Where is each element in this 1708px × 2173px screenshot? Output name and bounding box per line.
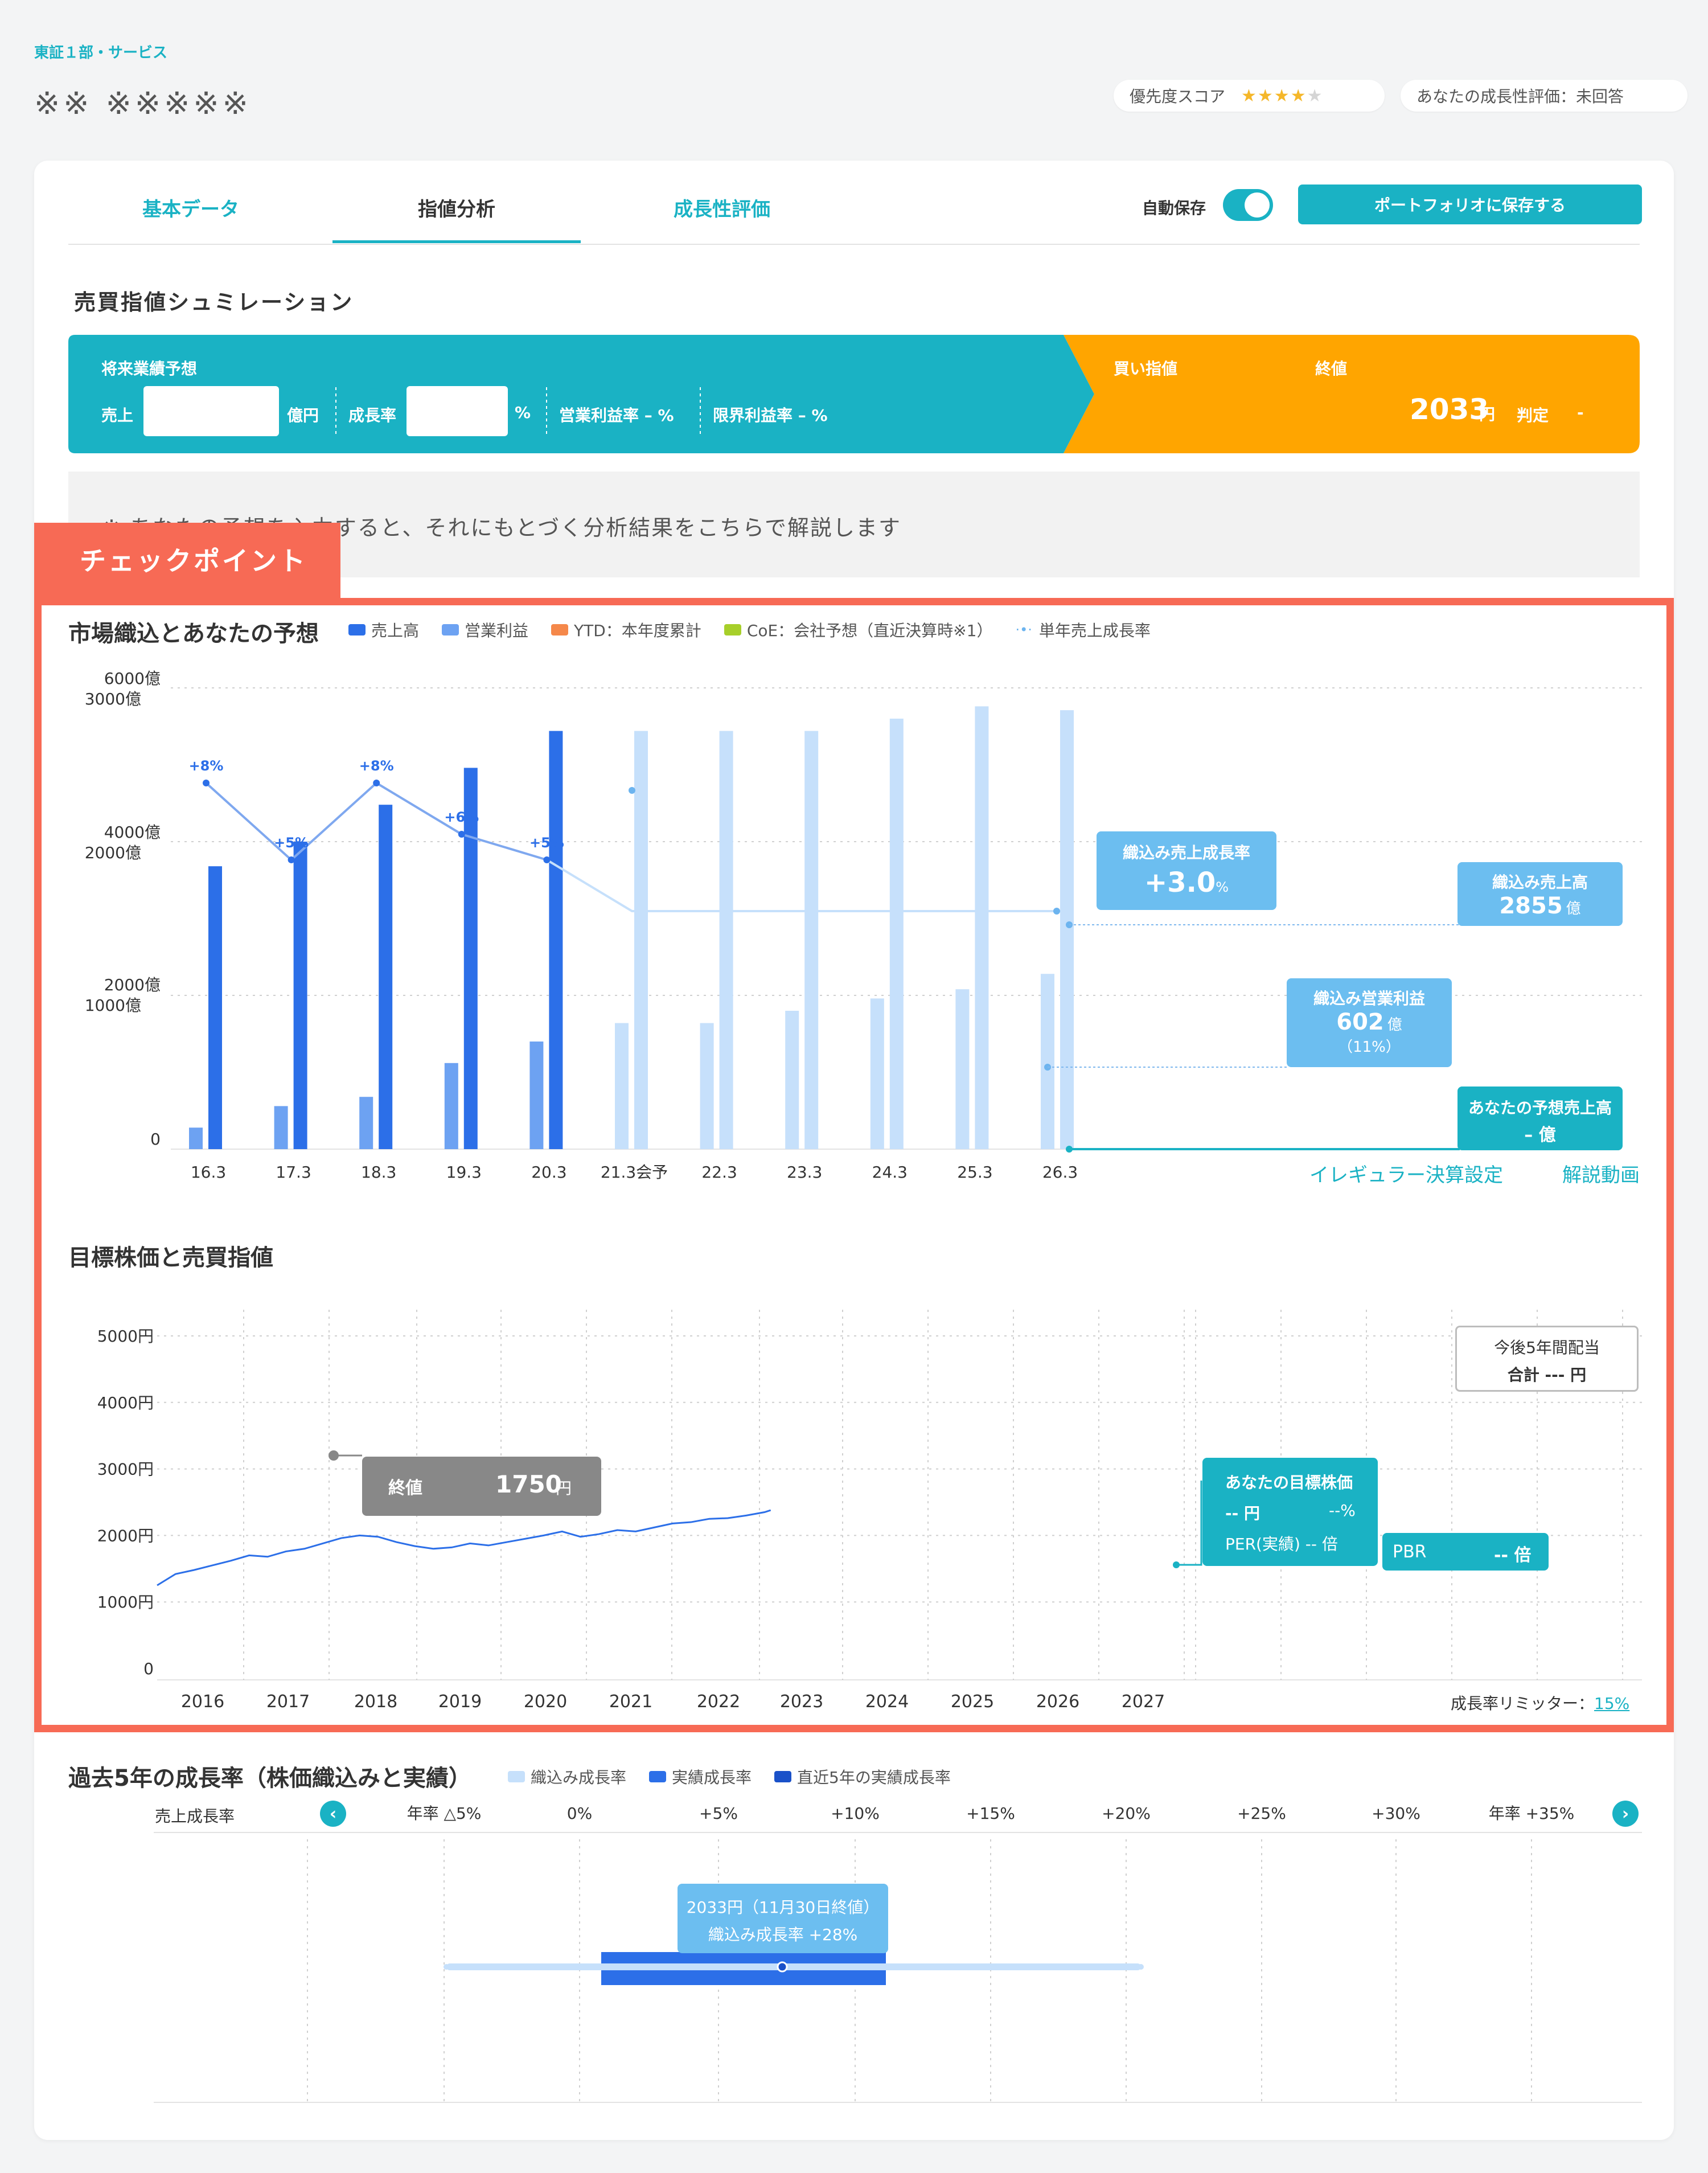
- priced-in-range-end: [1138, 1964, 1144, 1970]
- growth-tooltip-current: 2033円（11月30日終値） 織込み成長率 +28%: [678, 1884, 888, 1953]
- priced-in-range-end: [444, 1964, 449, 1970]
- priced-in-overlay: [601, 1963, 886, 1970]
- growth-tick-label: +15%: [966, 1804, 1015, 1823]
- growth-tick-label: +30%: [1372, 1804, 1420, 1823]
- growth-tick-label: +20%: [1102, 1804, 1151, 1823]
- growth-tick-label: +5%: [699, 1804, 738, 1823]
- growth-tick-label: +25%: [1237, 1804, 1286, 1823]
- growth-tick-label: 0%: [567, 1804, 592, 1823]
- growth-rate-chart: 年率 △5% 0% +5% +10% +15% +20% +25% +30% 年率 +35%: [154, 1804, 1642, 2103]
- growth-tick-label: 年率 △5%: [407, 1804, 482, 1823]
- growth-tooltip-line2: 織込み成長率 +28%: [708, 1925, 858, 1944]
- growth-tooltip-line1: 2033円（11月30日終値）: [686, 1898, 880, 1917]
- recent5-growth-marker: [777, 1961, 788, 1973]
- growth-tick-label: +10%: [831, 1804, 880, 1823]
- growth-tick-label: 年率 +35%: [1489, 1804, 1575, 1823]
